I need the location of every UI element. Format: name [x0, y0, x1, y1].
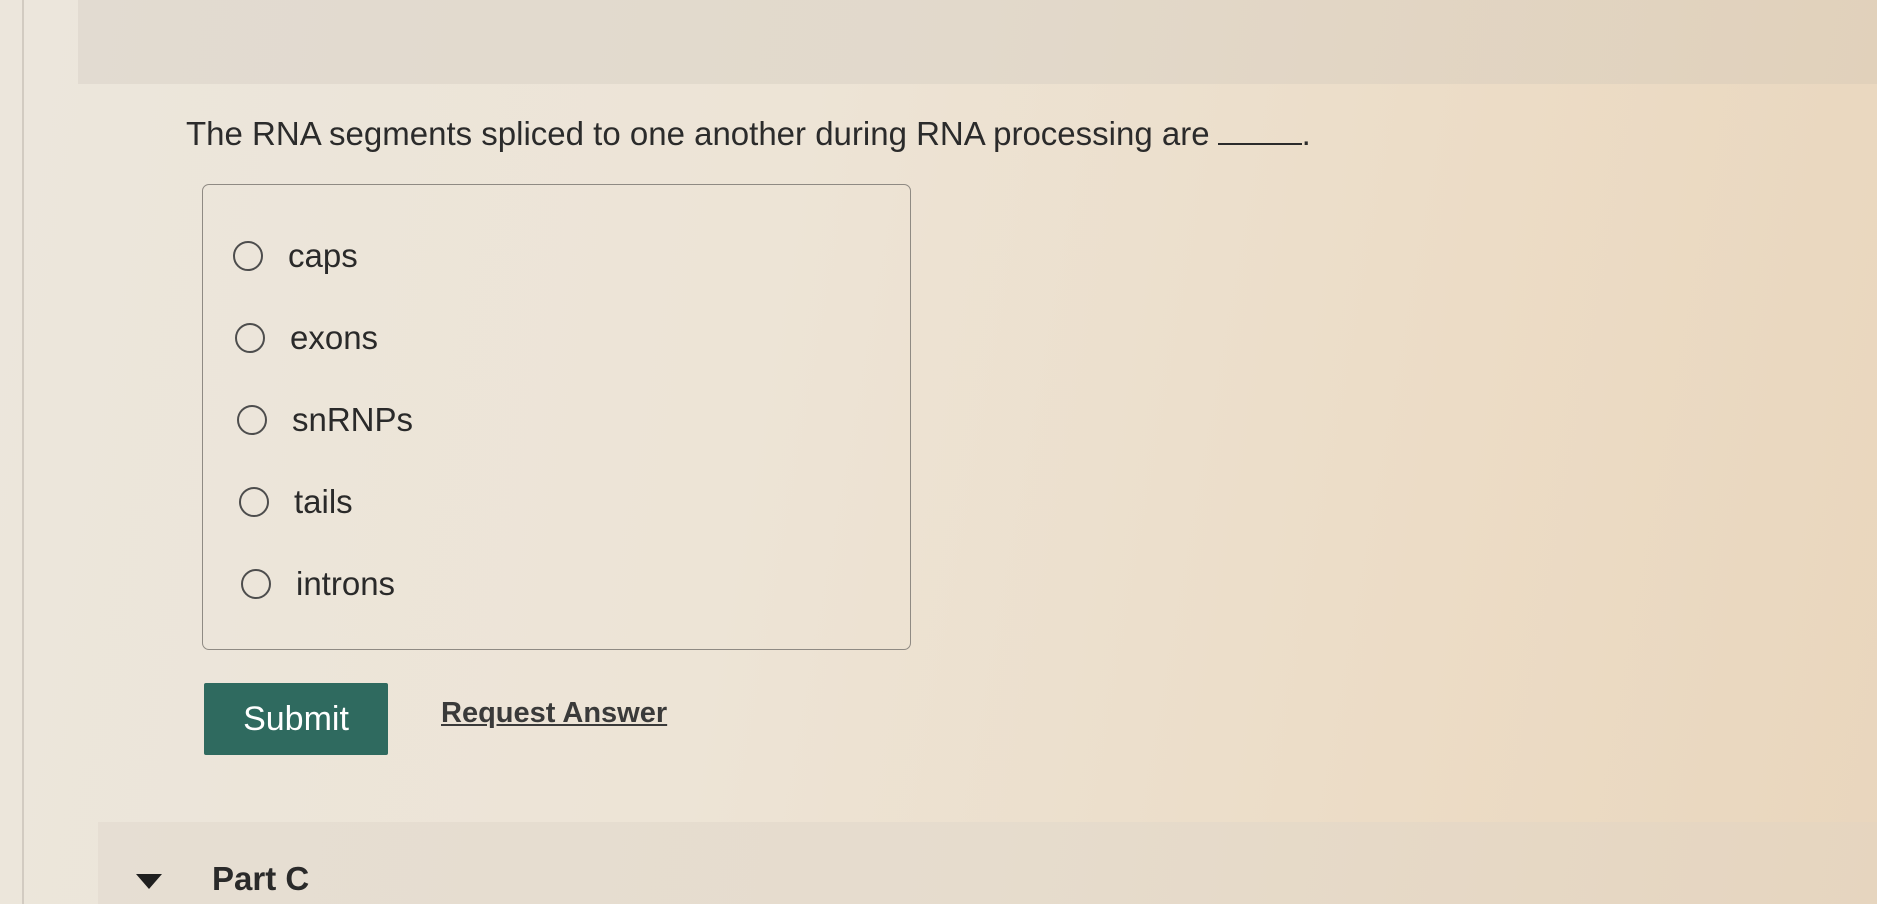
- answer-options-group: caps exons snRNPs tails introns: [202, 184, 911, 650]
- submit-button[interactable]: Submit: [204, 683, 388, 755]
- radio-button-icon[interactable]: [241, 569, 271, 599]
- radio-button-icon[interactable]: [233, 241, 263, 271]
- option-snrnps[interactable]: snRNPs: [237, 398, 413, 442]
- option-label: introns: [296, 565, 396, 602]
- answer-blank: [1217, 115, 1302, 145]
- previous-part-header: [78, 0, 1877, 84]
- radio-button-icon[interactable]: [239, 487, 269, 517]
- question-punctuation: .: [1301, 115, 1311, 152]
- option-label: tails: [294, 483, 353, 520]
- option-exons[interactable]: exons: [235, 316, 378, 360]
- part-c-header: [98, 822, 1877, 904]
- left-divider: [22, 0, 24, 904]
- option-label: exons: [290, 319, 379, 356]
- triangle-down-icon[interactable]: [136, 874, 162, 889]
- option-tails[interactable]: tails: [239, 480, 353, 524]
- option-introns[interactable]: introns: [241, 562, 395, 606]
- question-text: The RNA segments spliced to one another …: [186, 115, 1210, 152]
- part-c-title[interactable]: Part C: [212, 860, 309, 898]
- option-label: snRNPs: [292, 401, 414, 438]
- request-answer-link[interactable]: Request Answer: [441, 697, 667, 730]
- radio-button-icon[interactable]: [237, 405, 267, 435]
- option-caps[interactable]: caps: [233, 234, 358, 278]
- option-label: caps: [288, 237, 358, 274]
- radio-button-icon[interactable]: [235, 323, 265, 353]
- question-prompt: The RNA segments spliced to one another …: [186, 112, 1311, 156]
